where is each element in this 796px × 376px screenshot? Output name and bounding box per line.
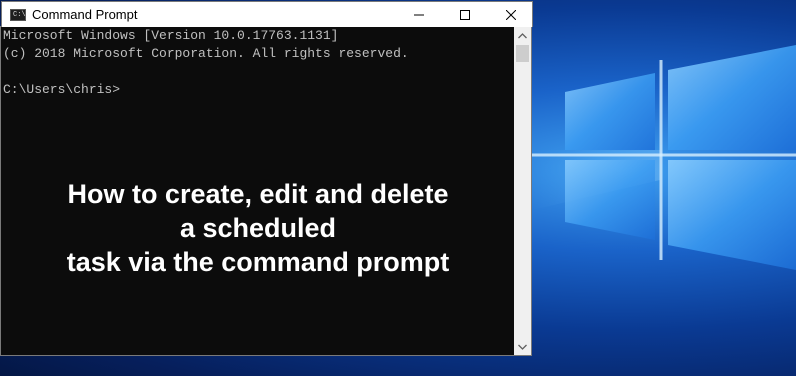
overlay-line: task via the command prompt [66, 247, 450, 277]
console-output[interactable]: Microsoft Windows [Version 10.0.17763.11… [1, 27, 515, 355]
command-prompt-window[interactable]: C:\ Command Prompt Microsoft Windows [Ve… [0, 1, 533, 356]
cmd-app-icon-text: C:\ [13, 11, 26, 19]
chevron-down-icon [518, 344, 527, 350]
close-button[interactable] [488, 2, 534, 27]
maximize-icon [460, 9, 470, 20]
scrollbar-thumb[interactable] [516, 45, 529, 62]
console-line: (c) 2018 Microsoft Corporation. All righ… [3, 46, 409, 61]
overlay-line: a scheduled [179, 213, 337, 243]
window-title: Command Prompt [32, 7, 138, 22]
close-icon [506, 9, 516, 20]
minimize-icon [414, 14, 424, 15]
chevron-up-icon [518, 32, 527, 38]
article-title-overlay: How to create, edit and delete a schedul… [1, 177, 515, 279]
maximize-button[interactable] [442, 2, 488, 27]
console-prompt-line[interactable]: C:\Users\chris> [3, 82, 120, 97]
minimize-button[interactable] [396, 2, 442, 27]
scroll-up-button[interactable] [514, 27, 531, 44]
cmd-app-icon[interactable]: C:\ [10, 9, 26, 21]
overlay-line: How to create, edit and delete [67, 179, 449, 209]
title-bar[interactable]: C:\ Command Prompt [1, 1, 533, 27]
vertical-scrollbar[interactable] [514, 27, 531, 355]
scroll-down-button[interactable] [514, 338, 531, 355]
console-line: Microsoft Windows [Version 10.0.17763.11… [3, 28, 339, 43]
